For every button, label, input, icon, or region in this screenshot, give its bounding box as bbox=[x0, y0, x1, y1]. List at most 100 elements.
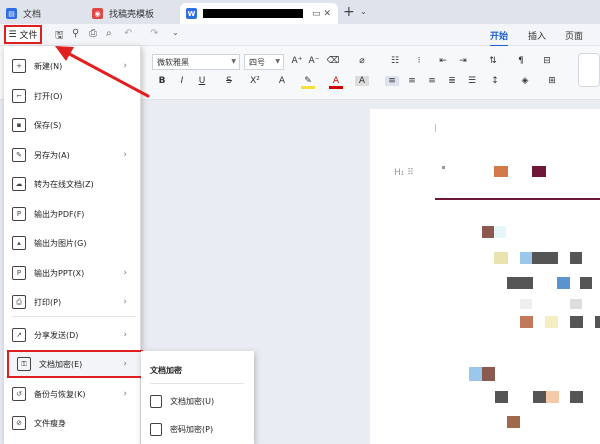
numbered-list-icon[interactable]: ⁝ bbox=[412, 56, 426, 66]
menu-item-new[interactable]: + 新建(N) › bbox=[4, 52, 141, 80]
save-as-icon: ✎ bbox=[12, 148, 26, 162]
chevron-right-icon: › bbox=[123, 297, 127, 307]
menu-item-export-pdf[interactable]: P 输出为PDF(F) bbox=[4, 200, 141, 228]
italic-icon[interactable]: I bbox=[175, 76, 189, 86]
menu-item-export-ppt[interactable]: P 输出为PPT(X) › bbox=[4, 259, 141, 287]
shrink-font-icon[interactable]: A⁻ bbox=[307, 56, 321, 66]
undo-icon[interactable]: ↶ bbox=[124, 28, 132, 39]
tab-docs[interactable]: ▤ 文档 bbox=[0, 3, 80, 24]
new-tab-plus-icon[interactable]: + bbox=[343, 4, 355, 20]
menu-item-slim[interactable]: ⊘ 文件瘦身 bbox=[4, 409, 141, 437]
submenu-item-doc-encrypt[interactable]: 文档加密(U) bbox=[150, 391, 214, 411]
chevron-right-icon: › bbox=[123, 61, 127, 71]
document-page[interactable]: H₁ ⠿ bbox=[370, 109, 600, 444]
ribbon-tab-start[interactable]: 开始 bbox=[490, 29, 509, 47]
file-menu-button[interactable]: ☰ 文件 bbox=[4, 25, 42, 44]
bullet-list-icon[interactable]: ☷ bbox=[388, 56, 402, 66]
shading-icon[interactable]: ◈ bbox=[518, 76, 532, 86]
font-size-value: 四号 bbox=[249, 57, 265, 67]
menu-item-save[interactable]: ▪ 保存(S) bbox=[4, 111, 141, 139]
tab-template[interactable]: ◉ 找稿壳模板 bbox=[86, 3, 176, 24]
lock-doc-icon: ⚿ bbox=[17, 357, 31, 371]
ribbon-tab-page[interactable]: 页面 bbox=[565, 29, 583, 42]
superscript-icon[interactable]: X² bbox=[248, 76, 262, 86]
window-restore-icon[interactable]: ▭ bbox=[312, 9, 321, 19]
grow-font-icon[interactable]: A⁺ bbox=[290, 56, 304, 66]
font-color-icon[interactable]: A bbox=[329, 76, 343, 89]
submenu-title: 文档加密 bbox=[150, 366, 182, 375]
increase-indent-icon[interactable]: ⇥ bbox=[456, 56, 470, 66]
bold-icon[interactable]: B bbox=[155, 76, 169, 86]
clear-format-icon[interactable]: ⌫ bbox=[326, 56, 340, 66]
menu-item-backup[interactable]: ↺ 备份与恢复(K) › bbox=[4, 380, 141, 408]
image-fragment bbox=[469, 367, 482, 381]
ppt-icon: P bbox=[12, 266, 26, 280]
save-quick-icon[interactable]: 🖫 bbox=[55, 28, 64, 45]
heading-handle-icon[interactable]: H₁ ⠿ bbox=[394, 168, 414, 178]
decrease-indent-icon[interactable]: ⇤ bbox=[436, 56, 450, 66]
menu-item-share[interactable]: ↗ 分享发送(D) › bbox=[4, 321, 141, 349]
chevron-down-icon: ▼ bbox=[275, 58, 280, 65]
redo-icon[interactable]: ↷ bbox=[150, 28, 158, 39]
submenu-item-password-encrypt[interactable]: 密码加密(P) bbox=[150, 419, 213, 439]
image-fragment bbox=[533, 391, 546, 403]
menu-item-encrypt[interactable]: ⚿ 文档加密(E) › bbox=[7, 350, 143, 378]
image-fragment bbox=[532, 252, 558, 264]
font-name-select[interactable]: 微软雅黑 ▼ bbox=[152, 54, 240, 70]
menu-item-export-image[interactable]: ▴ 输出为图片(G) bbox=[4, 229, 141, 257]
menu-item-save-as[interactable]: ✎ 另存为(A) › bbox=[4, 141, 141, 169]
align-right-icon[interactable]: ≡ bbox=[425, 76, 439, 86]
style-gallery[interactable] bbox=[578, 53, 600, 87]
eraser-icon[interactable]: ⌀ bbox=[355, 56, 369, 66]
ribbon-tab-insert[interactable]: 插入 bbox=[528, 29, 546, 42]
distributed-icon[interactable]: ☰ bbox=[465, 76, 479, 86]
page-corner-mark bbox=[435, 124, 436, 132]
image-fragment bbox=[545, 316, 558, 328]
line-spacing-icon[interactable]: ↕ bbox=[488, 76, 502, 86]
menu-item-online-doc[interactable]: ☁ 转为在线文档(Z) bbox=[4, 170, 141, 198]
print-quick-icon[interactable]: ⎙ bbox=[89, 28, 97, 39]
font-size-select[interactable]: 四号 ▼ bbox=[244, 54, 284, 70]
tab-current-document[interactable]: W ▭ ✕ bbox=[180, 3, 338, 24]
chevron-right-icon: › bbox=[123, 359, 127, 369]
justify-icon[interactable]: ≣ bbox=[445, 76, 459, 86]
show-marks-icon[interactable]: ¶ bbox=[514, 56, 528, 66]
image-fragment bbox=[494, 166, 508, 177]
menu-item-print[interactable]: ⎙ 打印(P) › bbox=[4, 288, 141, 316]
quick-access-chevron-icon[interactable]: ⌄ bbox=[172, 28, 179, 37]
text-effect-icon[interactable]: A bbox=[275, 76, 289, 86]
password-icon bbox=[150, 422, 162, 436]
image-fragment bbox=[494, 252, 508, 264]
image-fragment bbox=[520, 252, 532, 264]
highlight-color-icon[interactable]: ✎ bbox=[301, 76, 315, 89]
backup-icon: ↺ bbox=[12, 387, 26, 401]
title-tab-bar: ▤ 文档 ◉ 找稿壳模板 W ▭ ✕ + ⌄ bbox=[0, 0, 600, 24]
share-icon: ↗ bbox=[12, 328, 26, 342]
new-doc-icon: + bbox=[12, 59, 26, 73]
image-fragment bbox=[507, 416, 520, 428]
redacted-document-title bbox=[203, 9, 303, 18]
image-fragment bbox=[507, 277, 533, 289]
align-center-icon[interactable]: ≡ bbox=[405, 76, 419, 86]
underline-icon[interactable]: U bbox=[195, 76, 209, 86]
border-icon[interactable]: ⊞ bbox=[545, 76, 559, 86]
submenu-item-label: 密码加密(P) bbox=[170, 424, 214, 434]
format-painter-icon[interactable]: ⚲ bbox=[72, 28, 79, 39]
image-fragment bbox=[520, 316, 533, 328]
file-menu-dropdown: + 新建(N) › ⌐ 打开(O) ▪ 保存(S) ✎ 另存为(A) › ☁ 转… bbox=[4, 46, 143, 444]
tab-list-chevron-icon[interactable]: ⌄ bbox=[360, 7, 367, 16]
chevron-right-icon: › bbox=[123, 150, 127, 160]
menu-item-label: 另存为(A) bbox=[34, 150, 70, 160]
sort-icon[interactable]: ⇅ bbox=[486, 56, 500, 66]
char-shading-icon[interactable]: A bbox=[355, 76, 369, 86]
align-left-icon[interactable]: ≡ bbox=[385, 76, 399, 86]
menu-item-open[interactable]: ⌐ 打开(O) bbox=[4, 82, 141, 110]
word-doc-icon: W bbox=[186, 8, 197, 19]
strikethrough-icon[interactable]: S bbox=[222, 76, 236, 86]
print-preview-icon[interactable]: ⌕ bbox=[106, 28, 112, 39]
table-icon[interactable]: ⊟ bbox=[540, 56, 554, 66]
encrypt-submenu: 文档加密 文档加密(U) 密码加密(P) bbox=[141, 351, 254, 444]
image-fragment bbox=[520, 299, 532, 309]
doc-encrypt-icon bbox=[150, 394, 162, 408]
tab-close-icon[interactable]: ✕ bbox=[324, 9, 332, 19]
